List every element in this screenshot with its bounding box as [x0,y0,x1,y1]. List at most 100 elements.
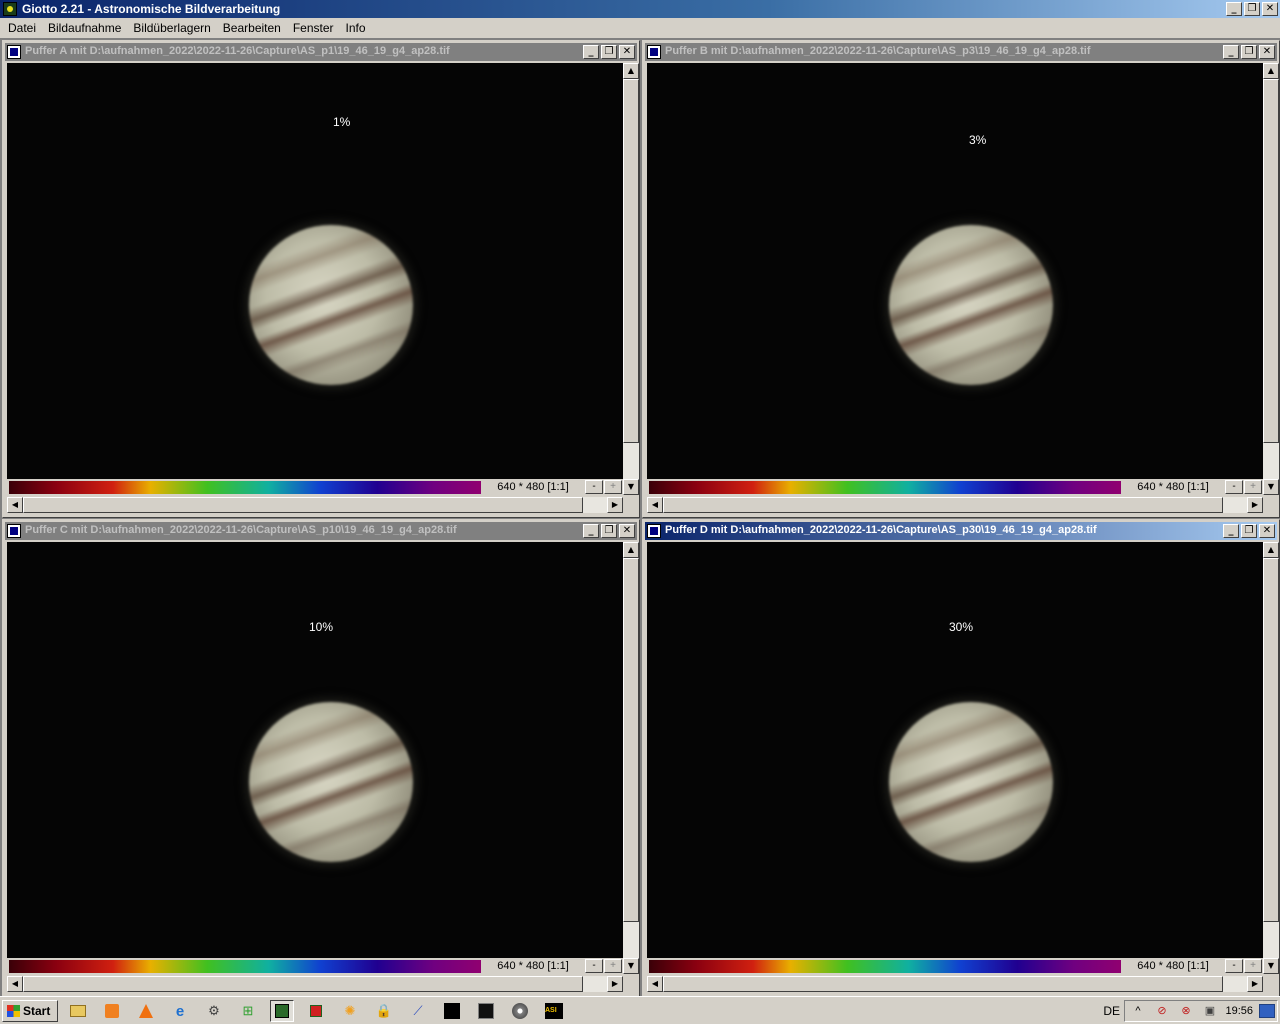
app-titlebar[interactable]: Giotto 2.21 - Astronomische Bildverarbei… [0,0,1280,18]
zoom-out-button[interactable]: - [1225,959,1243,973]
scroll-up-icon[interactable]: ▲ [623,63,639,79]
disc-app-icon[interactable] [508,1000,532,1022]
scroll-thumb[interactable] [1263,558,1279,922]
size-grip[interactable] [623,497,639,513]
buffer-c-image-view[interactable]: 10% [7,542,623,958]
size-grip[interactable] [623,976,639,992]
size-grip[interactable] [1263,497,1279,513]
lock-app-icon[interactable]: 🔒 [372,1000,396,1022]
zoom-out-button[interactable]: - [1225,480,1243,494]
buffer-a-close-button[interactable]: ✕ [619,45,635,59]
buffer-b-image-view[interactable]: 3% [647,63,1263,479]
start-button[interactable]: Start [2,1000,58,1022]
buffer-d-close-button[interactable]: ✕ [1259,524,1275,538]
buffer-d-titlebar[interactable]: Puffer D mit D:\aufnahmen_2022\2022-11-2… [645,522,1277,540]
clock[interactable]: 19:56 [1225,1005,1253,1017]
telescope-app-icon[interactable]: ⟋ [406,1000,430,1022]
scroll-thumb[interactable] [23,497,583,513]
media-player-icon[interactable] [100,1000,124,1022]
app-restore-button[interactable]: ❐ [1244,2,1260,16]
size-grip[interactable] [1263,976,1279,992]
capture-app-icon[interactable] [304,1000,328,1022]
buffer-c-minimize-button[interactable]: _ [583,524,599,538]
color-palette-bar[interactable] [9,481,481,494]
scroll-right-icon[interactable]: ▶ [1247,497,1263,513]
zoom-in-button[interactable]: + [604,480,622,494]
settings-tool-icon[interactable]: ⚙ [202,1000,226,1022]
color-palette-bar[interactable] [649,960,1121,973]
menu-info[interactable]: Info [340,21,372,35]
buffer-c-horizontal-scrollbar[interactable]: ◀ ▶ [7,976,623,992]
buffer-c-window-icon[interactable] [7,524,21,538]
scroll-down-icon[interactable]: ▼ [1263,958,1279,974]
buffer-a-horizontal-scrollbar[interactable]: ◀ ▶ [7,497,623,513]
zoom-in-button[interactable]: + [1244,959,1262,973]
buffer-b-window-icon[interactable] [647,45,661,59]
sun-app-icon[interactable]: ✺ [338,1000,362,1022]
buffer-window-a[interactable]: Puffer A mit D:\aufnahmen_2022\2022-11-2… [2,40,640,518]
zoom-in-button[interactable]: + [604,959,622,973]
tray-expand-icon[interactable]: ^ [1129,1003,1147,1019]
buffer-window-c[interactable]: Puffer C mit D:\aufnahmen_2022\2022-11-2… [2,519,640,997]
buffer-d-image-view[interactable]: 30% [647,542,1263,958]
buffer-b-close-button[interactable]: ✕ [1259,45,1275,59]
buffer-b-maximize-button[interactable]: ❐ [1241,45,1257,59]
scroll-down-icon[interactable]: ▼ [1263,479,1279,495]
buffer-b-horizontal-scrollbar[interactable]: ◀ ▶ [647,497,1263,513]
buffer-a-window-icon[interactable] [7,45,21,59]
buffer-a-image-view[interactable]: 1% [7,63,623,479]
scroll-up-icon[interactable]: ▲ [1263,542,1279,558]
buffer-c-titlebar[interactable]: Puffer C mit D:\aufnahmen_2022\2022-11-2… [5,522,637,540]
buffer-d-vertical-scrollbar[interactable]: ▲ ▼ [1263,542,1279,974]
scroll-thumb[interactable] [623,558,639,922]
menu-datei[interactable]: Datei [2,21,42,35]
buffer-a-titlebar[interactable]: Puffer A mit D:\aufnahmen_2022\2022-11-2… [5,43,637,61]
buffer-d-horizontal-scrollbar[interactable]: ◀ ▶ [647,976,1263,992]
buffer-b-vertical-scrollbar[interactable]: ▲ ▼ [1263,63,1279,495]
scroll-left-icon[interactable]: ◀ [7,497,23,513]
giotto-taskbar-icon[interactable] [270,1000,294,1022]
scroll-thumb[interactable] [663,976,1223,992]
vlc-cone-icon[interactable] [134,1000,158,1022]
scroll-up-icon[interactable]: ▲ [1263,63,1279,79]
explorer-folder-icon[interactable] [66,1000,90,1022]
buffer-d-maximize-button[interactable]: ❐ [1241,524,1257,538]
buffer-window-b[interactable]: Puffer B mit D:\aufnahmen_2022\2022-11-2… [642,40,1280,518]
network-warning-icon[interactable]: ⊗ [1177,1003,1195,1019]
scroll-down-icon[interactable]: ▼ [623,479,639,495]
giotto-app-icon[interactable] [3,2,17,16]
scroll-left-icon[interactable]: ◀ [647,976,663,992]
color-palette-bar[interactable] [649,481,1121,494]
menu-bearbeiten[interactable]: Bearbeiten [217,21,287,35]
scroll-left-icon[interactable]: ◀ [647,497,663,513]
network-icon[interactable]: ▣ [1201,1003,1219,1019]
color-palette-bar[interactable] [9,960,481,973]
app-minimize-button[interactable]: _ [1226,2,1242,16]
zoom-out-button[interactable]: - [585,480,603,494]
scroll-thumb[interactable] [23,976,583,992]
menu-bildaufnahme[interactable]: Bildaufnahme [42,21,127,35]
buffer-d-minimize-button[interactable]: _ [1223,524,1239,538]
buffer-a-vertical-scrollbar[interactable]: ▲ ▼ [623,63,639,495]
buffer-c-vertical-scrollbar[interactable]: ▲ ▼ [623,542,639,974]
scroll-right-icon[interactable]: ▶ [1247,976,1263,992]
menu-fenster[interactable]: Fenster [287,21,340,35]
scroll-thumb[interactable] [1263,79,1279,443]
buffer-b-titlebar[interactable]: Puffer B mit D:\aufnahmen_2022\2022-11-2… [645,43,1277,61]
zoom-out-button[interactable]: - [585,959,603,973]
zoom-in-button[interactable]: + [1244,480,1262,494]
security-warning-icon[interactable]: ⊘ [1153,1003,1171,1019]
scroll-thumb[interactable] [623,79,639,443]
show-desktop-icon[interactable] [1259,1004,1275,1018]
app-close-button[interactable]: ✕ [1262,2,1278,16]
buffer-d-window-icon[interactable] [647,524,661,538]
scroll-right-icon[interactable]: ▶ [607,497,623,513]
asi-camera-app-icon[interactable]: ASI [542,1000,566,1022]
scroll-up-icon[interactable]: ▲ [623,542,639,558]
language-indicator[interactable]: DE [1103,1004,1120,1018]
buffer-c-close-button[interactable]: ✕ [619,524,635,538]
internet-explorer-icon[interactable]: e [168,1000,192,1022]
buffer-window-d[interactable]: Puffer D mit D:\aufnahmen_2022\2022-11-2… [642,519,1280,997]
starfield-app-icon[interactable] [440,1000,464,1022]
buffer-a-minimize-button[interactable]: _ [583,45,599,59]
